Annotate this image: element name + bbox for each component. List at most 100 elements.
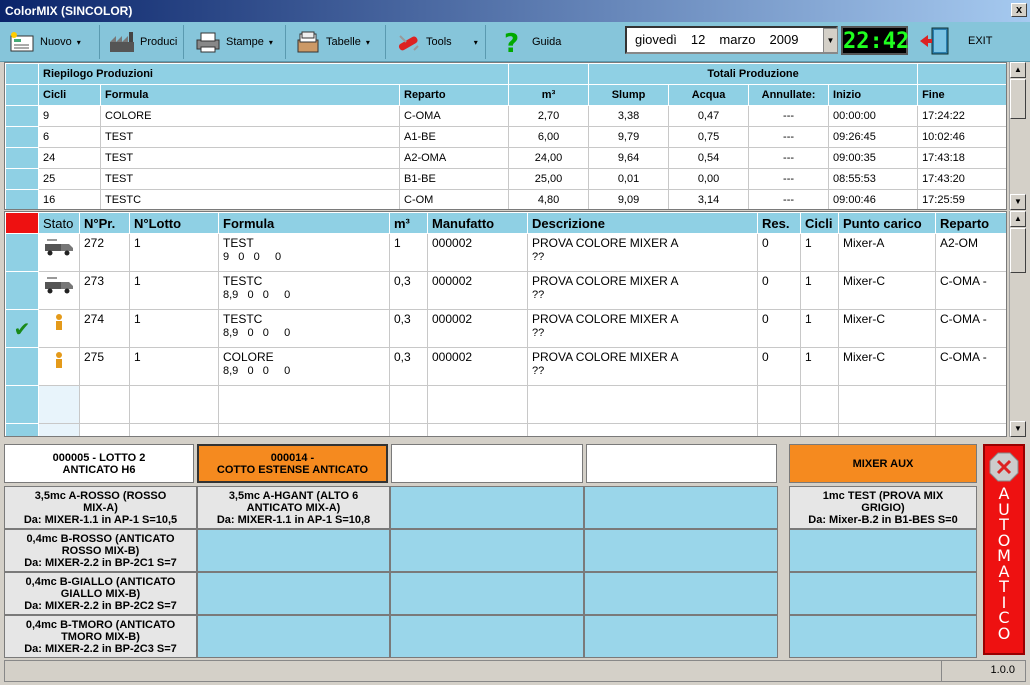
col-m3[interactable]: m³ <box>508 84 590 106</box>
mixer-aux-slot[interactable] <box>789 615 977 658</box>
scroll-up-icon[interactable]: ▲ <box>1010 211 1026 227</box>
mixer-aux-slot[interactable]: 1mc TEST (PROVA MIX GRIGIO) Da: Mixer-B.2 … <box>789 486 977 529</box>
produci-label: Produci <box>140 36 178 48</box>
orders-grid: Stato N°Pr. N°Lotto Formula m³ Manufatto… <box>4 211 1007 437</box>
mixer-slot[interactable] <box>197 572 390 615</box>
table-row[interactable]: 6 TEST A1-BE 6,00 9,79 0,75 --- 09:26:45 10:02:4… <box>5 126 1006 148</box>
col-reparto[interactable]: Reparto <box>398 84 510 106</box>
mixer-aux-slot[interactable] <box>789 572 977 615</box>
col-acqua[interactable]: Acqua <box>668 84 750 106</box>
mixer-slot[interactable]: 0,4mc B-ROSSO (ANTICATO ROSSO MIX-B) Da: M… <box>4 529 197 572</box>
help-icon: ? <box>500 29 528 55</box>
table-row[interactable]: 9 COLORE C-OMA 2,70 3,38 0,47 --- 00:00:00 17:24… <box>5 105 1006 127</box>
col-m3[interactable]: m³ <box>389 212 428 234</box>
chevron-down-icon: ▾ <box>365 37 370 47</box>
col-descrizione[interactable]: Descrizione <box>527 212 758 234</box>
summary-corner <box>5 63 39 85</box>
date-picker[interactable]: giovedì 12 marzo 2009 <box>625 26 838 54</box>
mixer-aux-slot[interactable] <box>789 529 977 572</box>
produci-button[interactable]: Produci <box>104 25 184 59</box>
scroll-down-icon[interactable]: ▼ <box>1010 421 1026 437</box>
exit-button[interactable]: EXIT <box>918 24 1008 58</box>
scroll-thumb[interactable] <box>1010 79 1026 119</box>
mixer-slot[interactable] <box>584 486 778 529</box>
table-row[interactable] <box>5 423 1006 436</box>
stop-icon <box>989 452 1019 482</box>
table-row[interactable]: 275 1 COLORE 8,9 0 0 0 0,3 000002 PROVA C… <box>5 347 1006 386</box>
tools-label: Tools <box>426 36 452 48</box>
lotto-panel-3[interactable] <box>391 444 583 483</box>
swiss-knife-icon <box>394 29 422 55</box>
col-punto-carico[interactable]: Punto carico <box>838 212 936 234</box>
mixer-slot[interactable] <box>584 572 778 615</box>
date-dropdown-button[interactable]: ▼ <box>823 28 838 53</box>
col-fine[interactable]: Fine <box>917 84 1006 106</box>
lotto-panel-2[interactable]: 000014 - COTTO ESTENSE ANTICATO <box>197 444 388 483</box>
col-cicli[interactable]: Cicli <box>800 212 839 234</box>
col-manufatto[interactable]: Manufatto <box>427 212 528 234</box>
mixer-slot[interactable] <box>584 529 778 572</box>
close-button[interactable]: x <box>1011 3 1027 17</box>
mixer-slot[interactable] <box>390 529 584 572</box>
table-row[interactable]: 25 TEST B1-BE 25,00 0,01 0,00 --- 08:55:53 17:43… <box>5 168 1006 190</box>
col-npr[interactable]: N°Pr. <box>79 212 130 234</box>
mixer-slot[interactable] <box>390 486 584 529</box>
table-row[interactable] <box>5 385 1006 424</box>
col-stato[interactable]: Stato <box>38 212 80 234</box>
date-month: marzo <box>719 32 756 47</box>
table-row[interactable]: 24 TEST A2-OMA 24,00 9,64 0,54 --- 09:00:35 17:4… <box>5 147 1006 169</box>
col-res[interactable]: Res. <box>757 212 801 234</box>
stampe-button[interactable]: Stampe ▾ <box>190 25 286 59</box>
col-slump[interactable]: Slump <box>588 84 670 106</box>
lotto-panel-4[interactable] <box>586 444 777 483</box>
mixer-slot[interactable]: 0,4mc B-GIALLO (ANTICATO GIALLO MIX-B) Da:… <box>4 572 197 615</box>
tools-button[interactable]: Tools ▾ <box>390 25 486 59</box>
mixer-slot[interactable]: 3,5mc A-ROSSO (ROSSO MIX-A) Da: MIXER-1.1 … <box>4 486 197 529</box>
col-nlotto[interactable]: N°Lotto <box>129 212 219 234</box>
table-row[interactable]: 273 1 TESTC 8,9 0 0 0 0,3 000002 PROVA CO… <box>5 271 1006 310</box>
table-row[interactable]: 272 1 TEST 9 0 0 0 1 000002 PROVA COLORE … <box>5 233 1006 272</box>
table-row[interactable]: 16 TESTC C-OM 4,80 9,09 3,14 --- 09:00:46 17:25:… <box>5 189 1006 209</box>
col-formula[interactable]: Formula <box>100 84 400 106</box>
production-summary-grid: Riepilogo Produzioni Totali Produzione C… <box>4 62 1007 210</box>
person-icon <box>38 309 80 348</box>
exit-label: EXIT <box>968 35 993 47</box>
orders-scrollbar[interactable]: ▲ ▼ <box>1009 211 1026 437</box>
summary-title: Riepilogo Produzioni <box>37 63 510 85</box>
status-red-indicator <box>5 212 39 234</box>
window-title: ColorMIX (SINCOLOR) <box>5 4 133 18</box>
mixer-slot[interactable] <box>390 572 584 615</box>
mixer-slot[interactable]: 0,4mc B-TMORO (ANTICATO TMORO MIX-B) Da: M… <box>4 615 197 658</box>
mixer-slot[interactable] <box>584 615 778 658</box>
guida-label: Guida <box>532 36 562 48</box>
summary-scrollbar[interactable]: ▲ ▼ <box>1009 62 1026 210</box>
nuovo-button[interactable]: Nuovo ▾ <box>4 25 100 59</box>
table-row[interactable]: ✔ 274 1 TESTC 8,9 0 0 0 0,3 000002 PROVA … <box>5 309 1006 348</box>
mixer-slot[interactable]: 3,5mc A-HGANT (ALTO 6 ANTICATO MIX-A) Da: … <box>197 486 390 529</box>
mixer-slot[interactable] <box>390 615 584 658</box>
window-title-bar: ColorMIX (SINCOLOR) x <box>0 0 1030 22</box>
summary-totals-title: Totali Produzione <box>588 63 919 85</box>
lotto-panel-1[interactable]: 000005 - LOTTO 2 ANTICATO H6 <box>4 444 194 483</box>
digital-clock: 22:42 <box>841 26 909 55</box>
scroll-up-icon[interactable]: ▲ <box>1010 62 1026 78</box>
tabelle-button[interactable]: Tabelle ▾ <box>290 25 386 59</box>
col-reparto[interactable]: Reparto <box>935 212 1006 234</box>
checkmark-icon[interactable]: ✔ <box>5 309 39 348</box>
scroll-thumb[interactable] <box>1010 228 1026 273</box>
scroll-down-icon[interactable]: ▼ <box>1010 194 1026 210</box>
mixer-aux-button[interactable]: MIXER AUX <box>789 444 977 483</box>
guida-button[interactable]: ? Guida <box>496 25 574 59</box>
chevron-down-icon: ▾ <box>473 37 478 47</box>
col-annullate[interactable]: Annullate: <box>748 84 830 106</box>
col-formula[interactable]: Formula <box>218 212 390 234</box>
col-cicli[interactable]: Cicli <box>38 84 101 106</box>
svg-text:?: ? <box>504 29 519 55</box>
status-bar: 1.0.0 <box>4 660 1026 682</box>
mixer-slot[interactable] <box>197 529 390 572</box>
col-inizio[interactable]: Inizio <box>828 84 919 106</box>
person-icon <box>38 347 80 386</box>
date-day: 12 <box>690 32 706 47</box>
automatico-button[interactable]: AUTOMATICO <box>983 444 1025 655</box>
mixer-slot[interactable] <box>197 615 390 658</box>
